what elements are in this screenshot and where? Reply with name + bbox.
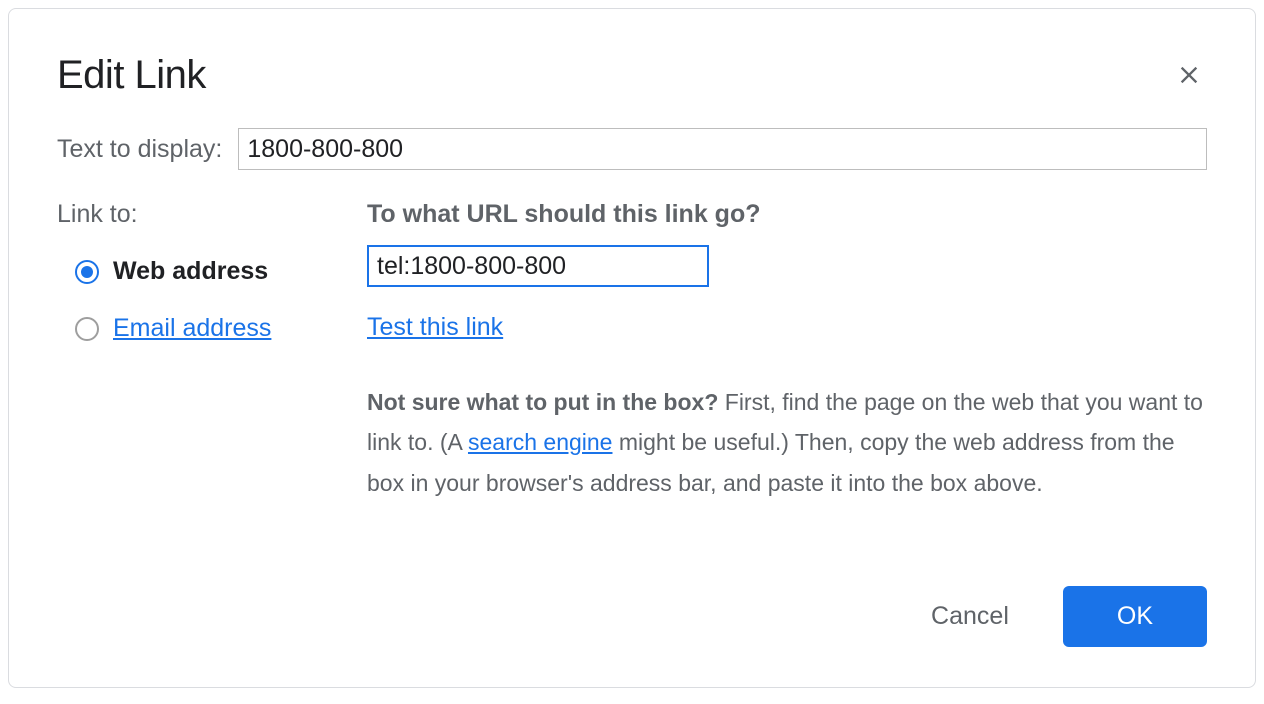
dialog-title: Edit Link [57, 53, 1207, 98]
help-text: Not sure what to put in the box? First, … [367, 382, 1207, 503]
radio-web-label: Web address [113, 257, 268, 286]
url-question-label: To what URL should this link go? [367, 200, 1207, 229]
dialog-footer: Cancel OK [925, 586, 1207, 647]
help-bold: Not sure what to put in the box? [367, 389, 718, 415]
radio-email-label: Email address [113, 314, 271, 343]
link-to-column: Link to: Web address Email address [57, 200, 327, 503]
radio-web-address[interactable]: Web address [75, 257, 327, 286]
close-button[interactable] [1171, 57, 1207, 93]
url-input[interactable] [367, 245, 709, 287]
link-to-label: Link to: [57, 200, 327, 229]
radio-icon [75, 260, 99, 284]
radio-email-address[interactable]: Email address [75, 314, 327, 343]
text-to-display-row: Text to display: [57, 128, 1207, 170]
text-to-display-input[interactable] [238, 128, 1207, 170]
edit-link-dialog: Edit Link Text to display: Link to: Web … [8, 8, 1256, 688]
search-engine-link[interactable]: search engine [468, 429, 613, 455]
close-icon [1175, 61, 1203, 89]
radio-icon [75, 317, 99, 341]
link-config-columns: Link to: Web address Email address To wh… [57, 200, 1207, 503]
url-column: To what URL should this link go? Test th… [367, 200, 1207, 503]
cancel-button[interactable]: Cancel [925, 601, 1015, 632]
test-this-link[interactable]: Test this link [367, 313, 503, 342]
text-to-display-label: Text to display: [57, 135, 222, 164]
ok-button[interactable]: OK [1063, 586, 1207, 647]
